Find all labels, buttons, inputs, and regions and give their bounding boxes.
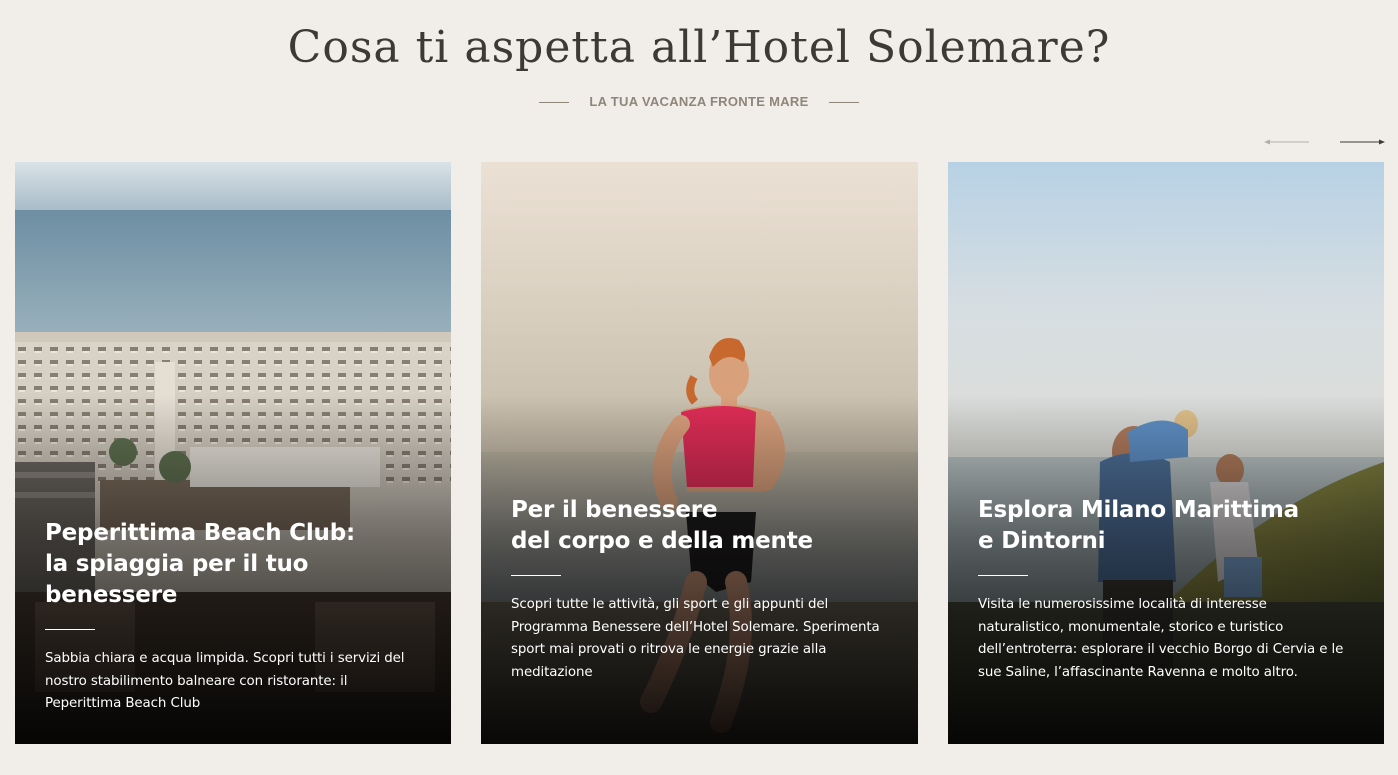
card-content: Per il benessere del corpo e della mente… <box>511 495 888 684</box>
card-content: Esplora Milano Marittima e Dintorni Visi… <box>978 495 1354 684</box>
subtitle-divider-left <box>539 101 570 103</box>
feature-card-benessere[interactable]: Per il benessere del corpo e della mente… <box>481 162 918 744</box>
page-subtitle: LA TUA VACANZA FRONTE MARE <box>589 94 809 109</box>
card-divider <box>511 575 561 576</box>
card-title: Per il benessere del corpo e della mente <box>511 497 813 554</box>
subtitle-row: LA TUA VACANZA FRONTE MARE <box>0 92 1398 112</box>
card-divider <box>45 629 95 630</box>
card-description: Sabbia chiara e acqua limpida. Scopri tu… <box>45 651 405 711</box>
carousel-prev-button[interactable] <box>1263 134 1311 150</box>
subtitle-divider-right <box>828 101 859 103</box>
card-title: Peperittima Beach Club: la spiaggia per … <box>45 520 355 608</box>
card-divider <box>978 575 1028 576</box>
carousel-next-button[interactable] <box>1338 134 1386 150</box>
card-description: Visita le numerosissime località di inte… <box>978 597 1344 680</box>
card-content: Peperittima Beach Club: la spiaggia per … <box>45 518 421 716</box>
page-title: Cosa ti aspetta all’Hotel Solemare? <box>287 22 1111 73</box>
card-description: Scopri tutte le attività, gli sport e gl… <box>511 597 880 680</box>
arrow-left-icon <box>1264 139 1309 145</box>
feature-card-beach-club[interactable]: Peperittima Beach Club: la spiaggia per … <box>15 162 451 744</box>
feature-card-esplora[interactable]: Esplora Milano Marittima e Dintorni Visi… <box>948 162 1384 744</box>
arrow-right-icon <box>1340 139 1385 145</box>
card-title: Esplora Milano Marittima e Dintorni <box>978 497 1299 554</box>
